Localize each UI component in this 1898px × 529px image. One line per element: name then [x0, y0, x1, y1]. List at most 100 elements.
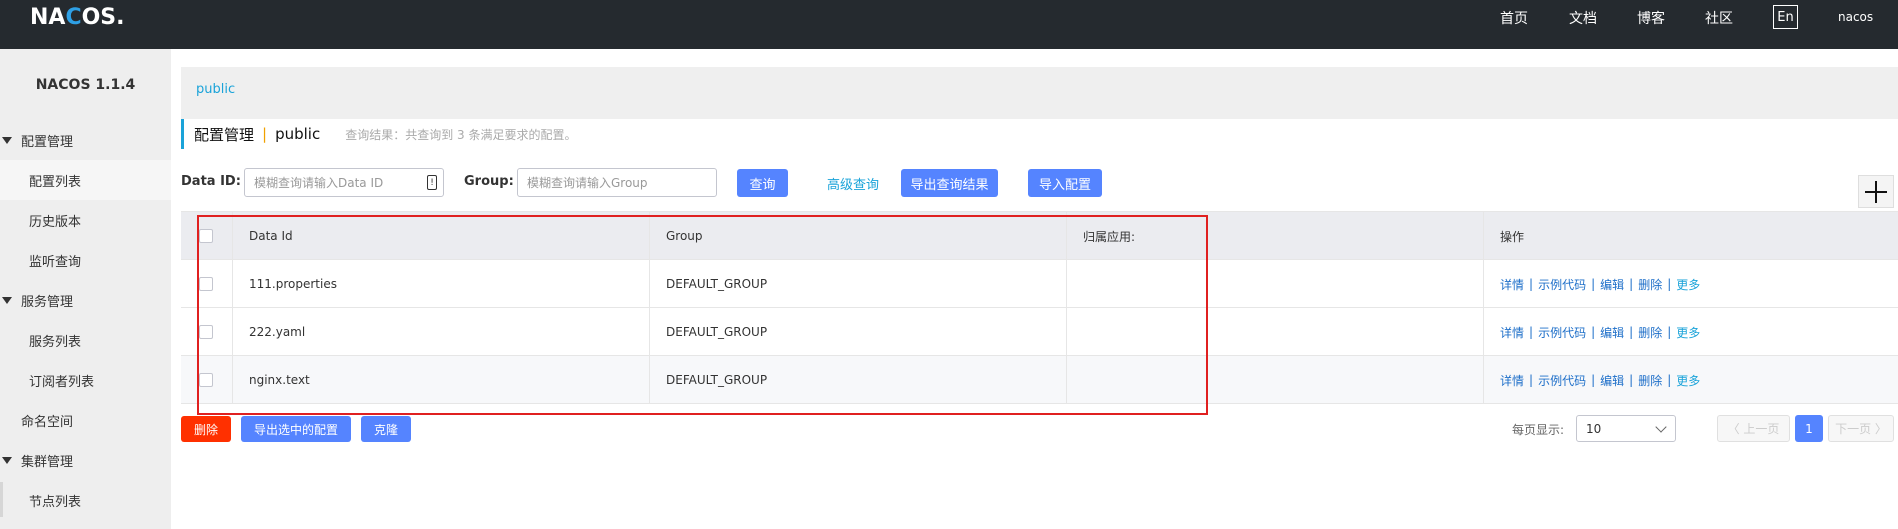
select-all-cell	[181, 212, 233, 260]
col-header-group[interactable]: Group	[650, 212, 1067, 260]
namespace-title: public	[275, 125, 321, 143]
edit-link[interactable]: 编辑	[1600, 324, 1624, 341]
cell-ops: 详情 | 示例代码 | 编辑 | 删除 | 更多	[1500, 276, 1701, 293]
data-id-input[interactable]: 模糊查询请输入Data ID !	[244, 168, 444, 197]
plus-icon-vertical	[1875, 180, 1877, 203]
sidebar-item-history[interactable]: 历史版本	[0, 200, 171, 240]
detail-link[interactable]: 详情	[1500, 324, 1524, 341]
chevron-right-icon: 〉	[1871, 422, 1887, 436]
more-link[interactable]: 更多	[1676, 372, 1700, 389]
sidebar-item-config-list[interactable]: 配置列表	[0, 160, 171, 200]
page-size-value: 10	[1586, 421, 1602, 436]
title-separator: |	[262, 125, 268, 143]
sidebar-item-subscriber-list[interactable]: 订阅者列表	[0, 360, 171, 400]
user-name[interactable]: nacos	[1838, 10, 1873, 24]
page-size-label: 每页显示:	[1512, 423, 1565, 437]
clone-button[interactable]: 克隆	[361, 416, 411, 442]
col-header-app: 归属应用:	[1067, 212, 1484, 260]
row-checkbox[interactable]	[199, 325, 213, 339]
cell-data-id: nginx.text	[233, 356, 650, 404]
col-header-ops: 操作	[1500, 229, 1525, 244]
prev-page-button[interactable]: 〈 上一页	[1717, 415, 1790, 442]
data-id-placeholder: 模糊查询请输入Data ID	[254, 176, 384, 190]
namespace-bar: public	[181, 67, 1898, 119]
sidebar-item-namespace[interactable]: 命名空间	[0, 400, 171, 440]
caret-down-icon	[2, 456, 12, 464]
cell-group: DEFAULT_GROUP	[650, 356, 1067, 404]
title-accent-bar	[181, 119, 184, 149]
sidebar-group-label: 配置管理	[21, 134, 74, 150]
nav-docs[interactable]: 文档	[1569, 8, 1597, 28]
nav-blog[interactable]: 博客	[1637, 8, 1665, 28]
sample-code-link[interactable]: 示例代码	[1538, 372, 1586, 389]
nav-community[interactable]: 社区	[1705, 8, 1733, 28]
next-page-button[interactable]: 下一页 〉	[1828, 415, 1894, 442]
delete-link[interactable]: 删除	[1638, 276, 1662, 293]
cell-group: DEFAULT_GROUP	[650, 308, 1067, 356]
delete-link[interactable]: 删除	[1638, 372, 1662, 389]
sample-code-link[interactable]: 示例代码	[1538, 276, 1586, 293]
table-row: 222.yaml DEFAULT_GROUP 详情 | 示例代码 | 编辑 | 删除 | 更多	[181, 308, 1898, 356]
cell-app	[1067, 260, 1484, 308]
select-all-checkbox[interactable]	[199, 229, 213, 243]
page-size-select[interactable]: 10	[1576, 415, 1676, 442]
caret-down-icon	[2, 136, 12, 144]
chevron-left-icon: 〈	[1727, 422, 1744, 436]
row-select-cell	[181, 260, 233, 308]
group-input[interactable]: 模糊查询请输入Group	[517, 168, 717, 197]
sample-code-link[interactable]: 示例代码	[1538, 324, 1586, 341]
advanced-query-link[interactable]: 高级查询	[827, 174, 879, 193]
top-navbar: NA C OS. 首页 文档 博客 社区 nacos En	[0, 0, 1898, 49]
table-row: nginx.text DEFAULT_GROUP 详情 | 示例代码 | 编辑 | 删除 | 更…	[181, 356, 1898, 404]
detail-link[interactable]: 详情	[1500, 276, 1524, 293]
row-checkbox[interactable]	[199, 373, 213, 387]
namespace-public-link[interactable]: public	[196, 82, 235, 97]
row-checkbox[interactable]	[199, 277, 213, 291]
logo-text-2: C	[65, 4, 82, 30]
query-result-hint: 查询结果：共查询到 3 条满足要求的配置。	[345, 127, 577, 142]
export-selected-button[interactable]: 导出选中的配置	[241, 416, 351, 442]
delete-selected-button[interactable]: 删除	[181, 416, 231, 442]
edit-link[interactable]: 编辑	[1600, 372, 1624, 389]
sidebar-group-service[interactable]: 服务管理	[0, 280, 171, 320]
col-header-data-id[interactable]: Data Id	[233, 212, 650, 260]
cell-ops: 详情 | 示例代码 | 编辑 | 删除 | 更多	[1500, 324, 1701, 341]
sidebar-group-label: 服务管理	[21, 294, 74, 310]
cell-data-id: 222.yaml	[233, 308, 650, 356]
sidebar-group-label: 集群管理	[21, 454, 74, 470]
sidebar-group-config[interactable]: 配置管理	[0, 120, 171, 160]
sidebar-title: NACOS 1.1.4	[35, 77, 136, 93]
delete-link[interactable]: 删除	[1638, 324, 1662, 341]
cell-data-id: 111.properties	[233, 260, 650, 308]
next-page-label: 下一页	[1835, 422, 1872, 436]
config-table: Data Id Group 归属应用: 操作 111.properties DE…	[181, 211, 1898, 404]
export-query-button[interactable]: 导出查询结果	[901, 169, 998, 197]
more-link[interactable]: 更多	[1676, 324, 1700, 341]
clipboard-icon[interactable]: !	[427, 175, 437, 190]
sidebar-item-node-list[interactable]: 节点列表	[0, 480, 171, 520]
import-config-button[interactable]: 导入配置	[1028, 169, 1102, 197]
language-toggle[interactable]: En	[1773, 5, 1798, 29]
detail-link[interactable]: 详情	[1500, 372, 1524, 389]
cell-group: DEFAULT_GROUP	[650, 260, 1067, 308]
cell-app	[1067, 308, 1484, 356]
table-header-row: Data Id Group 归属应用: 操作	[181, 212, 1898, 260]
cell-ops: 详情 | 示例代码 | 编辑 | 删除 | 更多	[1500, 372, 1701, 389]
row-select-cell	[181, 356, 233, 404]
query-button[interactable]: 查询	[737, 169, 788, 197]
current-page-button[interactable]: 1	[1795, 415, 1823, 442]
nacos-logo[interactable]: NA C OS.	[30, 2, 125, 32]
nav-home[interactable]: 首页	[1500, 8, 1528, 28]
edit-link[interactable]: 编辑	[1600, 276, 1624, 293]
logo-text-3: OS.	[81, 4, 125, 30]
sidebar-item-service-list[interactable]: 服务列表	[0, 320, 171, 360]
more-link[interactable]: 更多	[1676, 276, 1700, 293]
caret-down-icon	[2, 296, 12, 304]
sidebar-group-cluster[interactable]: 集群管理	[0, 440, 171, 480]
table-row: 111.properties DEFAULT_GROUP 详情 | 示例代码 | 编辑 |…	[181, 260, 1898, 308]
sidebar: NACOS 1.1.4 配置管理 配置列表 历史版本 监听查询 服务管理 服务列…	[0, 49, 171, 529]
cell-app	[1067, 356, 1484, 404]
prev-page-label: 上一页	[1743, 422, 1780, 436]
add-config-button[interactable]	[1858, 175, 1894, 208]
sidebar-item-listener-query[interactable]: 监听查询	[0, 240, 171, 280]
